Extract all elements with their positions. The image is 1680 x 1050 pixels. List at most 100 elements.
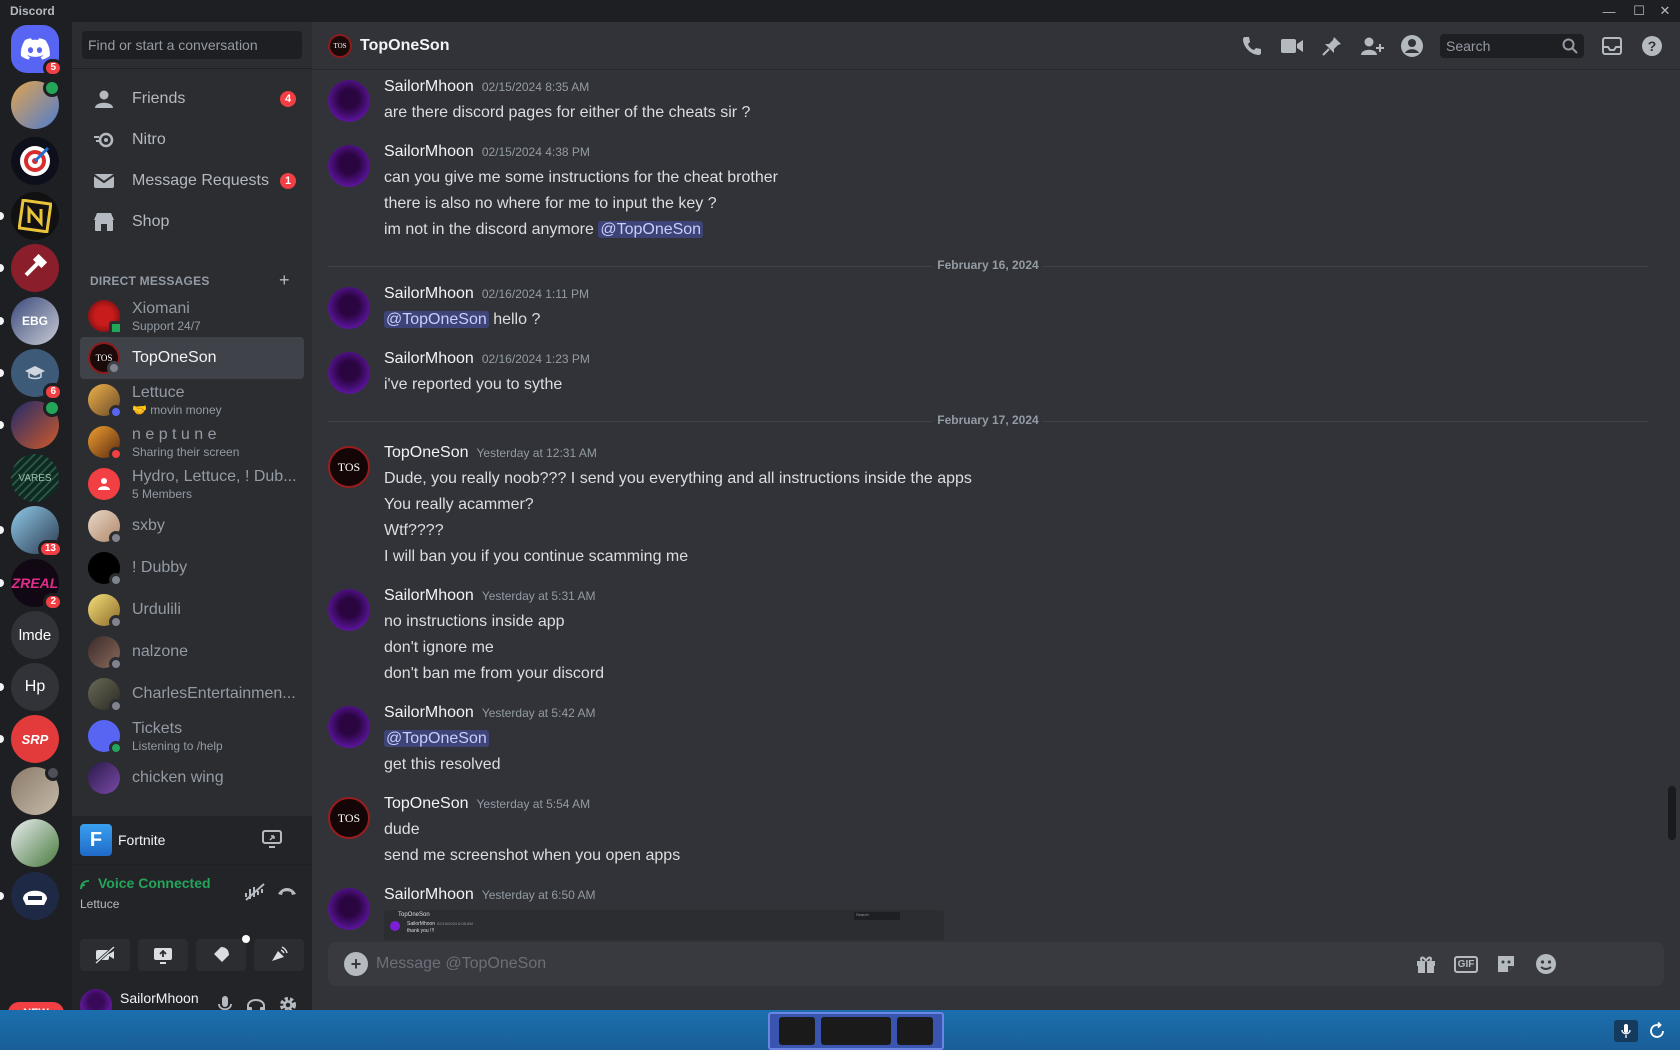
nav-nitro[interactable]: Nitro <box>80 119 304 161</box>
add-friends-to-dm-icon[interactable] <box>1360 34 1384 58</box>
disconnect-icon[interactable] <box>276 883 298 904</box>
screen-share-button[interactable] <box>138 939 188 971</box>
message-author[interactable]: TopOneSon <box>384 795 469 813</box>
server-icon[interactable] <box>0 399 61 449</box>
sticker-icon[interactable] <box>1494 952 1518 976</box>
window-titlebar: Discord — ☐ ✕ <box>0 0 1680 22</box>
minimize-icon[interactable]: — <box>1594 0 1624 22</box>
microphone-tray-icon[interactable] <box>1614 1020 1638 1042</box>
dm-item-group[interactable]: Hydro, Lettuce, ! Dub... 5 Members <box>80 463 304 505</box>
user-profile-icon[interactable] <box>1400 34 1424 58</box>
home-button[interactable]: 5 <box>11 25 63 77</box>
activities-button[interactable] <box>196 935 250 971</box>
dm-item-neptune[interactable]: n e p t u n e Sharing their screen <box>80 421 304 463</box>
message-author[interactable]: SailorMhoon <box>384 78 474 96</box>
stream-game-icon[interactable] <box>262 830 282 853</box>
create-dm-plus-icon[interactable]: + <box>279 270 290 291</box>
server-icon[interactable] <box>11 819 59 867</box>
server-icon[interactable] <box>11 79 61 129</box>
server-icon[interactable]: SRP <box>0 715 59 763</box>
avatar[interactable] <box>328 888 370 930</box>
search-input[interactable]: Search <box>1440 34 1584 58</box>
image-attachment[interactable]: TopOneSon SailorMhoon 02/19/2024 6:05 AM… <box>384 910 944 940</box>
envelope-icon <box>92 169 116 193</box>
server-icon[interactable]: ZREAL 2 <box>0 559 63 611</box>
gif-button[interactable]: GIF <box>1453 952 1479 976</box>
avatar[interactable]: TOS <box>328 446 370 488</box>
message-author[interactable]: SailorMhoon <box>384 587 474 605</box>
voice-status[interactable]: Voice Connected <box>98 875 211 891</box>
server-icon[interactable] <box>0 244 59 292</box>
message-author[interactable]: SailorMhoon <box>384 143 474 161</box>
dm-item-urdulili[interactable]: Urdulili <box>80 589 304 631</box>
avatar[interactable] <box>328 287 370 329</box>
message-author[interactable]: SailorMhoon <box>384 350 474 368</box>
avatar[interactable] <box>328 80 370 122</box>
add-attachment-plus-icon[interactable]: + <box>344 952 368 976</box>
date-divider-label: February 16, 2024 <box>933 258 1043 272</box>
nav-message-requests[interactable]: Message Requests 1 <box>80 160 304 202</box>
taskbar-preview[interactable] <box>768 1012 944 1050</box>
new-unreads-badge[interactable]: NEW <box>8 1002 64 1010</box>
pin-icon[interactable] <box>1320 34 1344 58</box>
dm-item-toponeson[interactable]: TOS TopOneSon <box>80 337 304 379</box>
message-author[interactable]: SailorMhoon <box>384 285 474 303</box>
avatar[interactable] <box>328 145 370 187</box>
user-mention[interactable]: @TopOneSon <box>598 221 704 238</box>
voice-active-icon <box>43 79 61 97</box>
nav-friends[interactable]: Friends 4 <box>80 78 304 120</box>
phone-call-icon[interactable] <box>1240 34 1264 58</box>
server-icon[interactable]: VARES <box>11 454 59 502</box>
server-icon[interactable]: 6 <box>0 349 63 401</box>
dm-item-chicken-wing[interactable]: chicken wing <box>80 757 304 799</box>
inbox-icon[interactable] <box>1600 34 1624 58</box>
dm-item-sxby[interactable]: sxby <box>80 505 304 547</box>
server-icon-lmde[interactable]: lmde <box>11 611 59 659</box>
voice-channel-name[interactable]: Lettuce <box>80 897 119 911</box>
dm-item-nalzone[interactable]: nalzone <box>80 631 304 673</box>
message-input[interactable]: Message @TopOneSon <box>376 955 546 973</box>
dm-item-tickets[interactable]: Tickets Listening to /help <box>80 715 304 757</box>
user-mention[interactable]: @TopOneSon <box>384 730 489 747</box>
server-icon-label: Hp <box>24 678 46 695</box>
nav-shop[interactable]: Shop <box>80 201 304 243</box>
avatar <box>88 384 123 419</box>
message-author[interactable]: SailorMhoon <box>384 886 474 904</box>
server-icon[interactable]: 13 <box>0 506 63 558</box>
user-mention[interactable]: @TopOneSon <box>384 311 489 328</box>
dm-item-xiomani[interactable]: Xiomani Support 24/7 <box>80 295 304 337</box>
gift-icon[interactable] <box>1414 952 1438 976</box>
dm-item-lettuce[interactable]: Lettuce 🤝 movin money <box>80 379 304 421</box>
message-author[interactable]: TopOneSon <box>384 444 469 462</box>
server-icon-hp[interactable]: Hp <box>0 663 59 711</box>
server-icon[interactable]: EBG <box>0 297 59 345</box>
dm-name: nalzone <box>132 643 189 660</box>
video-call-icon[interactable] <box>1280 34 1304 58</box>
sync-tray-icon[interactable] <box>1645 1020 1669 1042</box>
game-icon: F <box>80 824 112 856</box>
soundboard-button[interactable] <box>254 939 304 971</box>
avatar[interactable] <box>328 706 370 748</box>
server-icon[interactable] <box>0 192 59 240</box>
close-icon[interactable]: ✕ <box>1650 0 1680 22</box>
camera-off-button[interactable] <box>80 939 130 971</box>
svg-text:?: ? <box>1648 38 1657 54</box>
server-icon[interactable] <box>11 137 59 185</box>
emoji-icon[interactable] <box>1534 952 1558 976</box>
dm-item-dubby[interactable]: ! Dubby <box>80 547 304 589</box>
avatar[interactable]: TOS <box>328 797 370 839</box>
avatar[interactable] <box>328 589 370 631</box>
avatar[interactable] <box>328 352 370 394</box>
server-icon[interactable] <box>11 765 61 815</box>
friends-icon <box>92 87 116 111</box>
scrollbar-thumb[interactable] <box>1668 786 1676 840</box>
find-conversation-button[interactable]: Find or start a conversation <box>82 31 302 59</box>
help-icon[interactable]: ? <box>1640 34 1664 58</box>
message-author[interactable]: SailorMhoon <box>384 704 474 722</box>
username[interactable]: SailorMhoon <box>120 990 199 1006</box>
server-icon[interactable] <box>0 872 59 920</box>
message-composer[interactable]: + Message @TopOneSon GIF <box>328 942 1664 986</box>
offline-status-icon <box>109 531 123 545</box>
dm-item-charlesentertainment[interactable]: CharlesEntertainmen... <box>80 673 304 715</box>
noise-suppression-icon[interactable] <box>244 883 266 906</box>
